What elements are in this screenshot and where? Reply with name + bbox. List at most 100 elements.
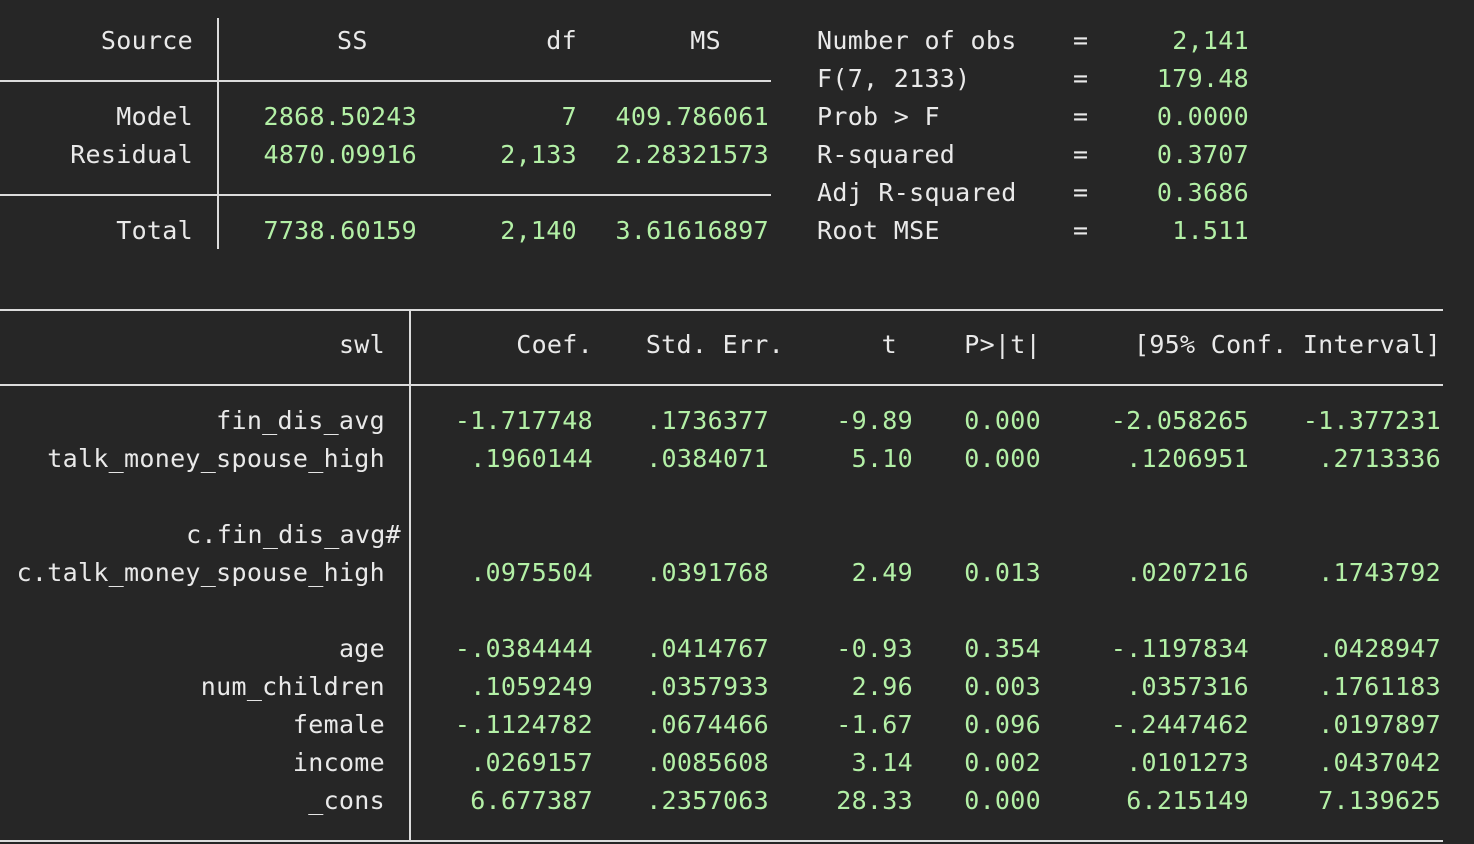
coef-row-label: income (292, 748, 385, 777)
anova-header-df: df (546, 26, 577, 55)
anova-ms-value: 3.61616897 (615, 216, 769, 245)
ci-upper-value: 7.139625 (1318, 786, 1441, 815)
coef-header-coef: Coef. (516, 330, 593, 359)
fit-stat-equals: = (1073, 216, 1089, 245)
coef-header-p: P>|t| (964, 330, 1041, 359)
ci-upper-value: .1761183 (1318, 672, 1441, 701)
fit-stat-label: Adj R-squared (817, 178, 1017, 207)
fit-stat-label: Root MSE (817, 216, 940, 245)
t-value: 2.49 (851, 558, 913, 587)
ci-lower-value: 6.215149 (1126, 786, 1249, 815)
anova-ss-value: 7738.60159 (263, 216, 417, 245)
p-value: 0.000 (964, 444, 1041, 473)
coef-value: 6.677387 (470, 786, 593, 815)
t-value: 2.96 (851, 672, 913, 701)
fit-stat-equals: = (1073, 140, 1089, 169)
std-err-value: .2357063 (646, 786, 769, 815)
fit-stat-value: 179.48 (1156, 64, 1249, 93)
std-err-value: .0391768 (646, 558, 769, 587)
coef-row-label: c.talk_money_spouse_high (16, 558, 385, 587)
coef-row-label: num_children (200, 672, 385, 701)
fit-stat-value: 1.511 (1172, 216, 1249, 245)
ci-upper-value: .0437042 (1318, 748, 1441, 777)
anova-ms-value: 409.786061 (615, 102, 769, 131)
fit-stat-label: F(7, 2133) (817, 64, 971, 93)
fit-stat-equals: = (1073, 102, 1089, 131)
anova-header-ss: SS (337, 26, 368, 55)
std-err-value: .0414767 (646, 634, 769, 663)
ci-lower-value: -.2447462 (1110, 710, 1249, 739)
coef-header-var: swl (338, 330, 385, 359)
fit-stat-equals: = (1073, 64, 1089, 93)
coef-value: .1059249 (470, 672, 593, 701)
ci-upper-value: .0197897 (1318, 710, 1441, 739)
ci-upper-value: .2713336 (1318, 444, 1441, 473)
anova-ss-value: 2868.50243 (263, 102, 417, 131)
coef-header-rule (0, 384, 1443, 386)
t-value: 5.10 (851, 444, 913, 473)
p-value: 0.002 (964, 748, 1041, 777)
p-value: 0.000 (964, 786, 1041, 815)
p-value: 0.096 (964, 710, 1041, 739)
coef-row-label: fin_dis_avg (216, 406, 385, 435)
anova-df-value: 2,140 (500, 216, 577, 245)
anova-row-label: Residual (70, 140, 193, 169)
anova-total-rule (0, 194, 771, 196)
coef-bottom-rule (0, 840, 1443, 842)
ci-lower-value: .0357316 (1126, 672, 1249, 701)
t-value: -0.93 (836, 634, 913, 663)
coef-header-ci: [95% Conf. Interval] (1133, 330, 1441, 359)
fit-stat-label: Number of obs (817, 26, 1017, 55)
t-value: 3.14 (851, 748, 913, 777)
ci-upper-value: .1743792 (1318, 558, 1441, 587)
fit-stat-label: R-squared (817, 140, 956, 169)
fit-stat-value: 0.3686 (1156, 178, 1249, 207)
p-value: 0.013 (964, 558, 1041, 587)
anova-header-source: Source (100, 26, 193, 55)
std-err-value: .0357933 (646, 672, 769, 701)
fit-stat-equals: = (1073, 178, 1089, 207)
coef-row-label-prefix: c.fin_dis_avg# (186, 520, 401, 549)
fit-stat-value: 2,141 (1172, 26, 1249, 55)
ci-upper-value: .0428947 (1318, 634, 1441, 663)
anova-header-ms: MS (690, 26, 721, 55)
fit-stat-value: 0.0000 (1156, 102, 1249, 131)
anova-header-rule (0, 80, 771, 82)
coef-row-label: talk_money_spouse_high (47, 444, 385, 473)
anova-df-value: 7 (561, 102, 577, 131)
anova-ss-value: 4870.09916 (263, 140, 417, 169)
p-value: 0.003 (964, 672, 1041, 701)
std-err-value: .0674466 (646, 710, 769, 739)
coef-value: -1.717748 (454, 406, 593, 435)
p-value: 0.354 (964, 634, 1041, 663)
p-value: 0.000 (964, 406, 1041, 435)
coef-row-label: female (292, 710, 385, 739)
t-value: -1.67 (836, 710, 913, 739)
coef-value: .0975504 (470, 558, 593, 587)
fit-stat-value: 0.3707 (1156, 140, 1249, 169)
std-err-value: .0085608 (646, 748, 769, 777)
ci-lower-value: .0101273 (1126, 748, 1249, 777)
t-value: 28.33 (836, 786, 913, 815)
ci-lower-value: .0207216 (1126, 558, 1249, 587)
coef-value: .0269157 (470, 748, 593, 777)
anova-ms-value: 2.28321573 (615, 140, 769, 169)
coef-value: .1960144 (470, 444, 593, 473)
coef-row-label: age (338, 634, 385, 663)
coef-header-se: Std. Err. (645, 330, 784, 359)
coef-column-divider (409, 309, 411, 841)
ci-lower-value: -.1197834 (1110, 634, 1249, 663)
ci-lower-value: .1206951 (1126, 444, 1249, 473)
anova-column-divider (217, 18, 219, 249)
std-err-value: .1736377 (646, 406, 769, 435)
fit-stat-label: Prob > F (817, 102, 940, 131)
ci-upper-value: -1.377231 (1302, 406, 1441, 435)
anova-row-label: Model (116, 102, 193, 131)
std-err-value: .0384071 (646, 444, 769, 473)
anova-row-label: Total (116, 216, 193, 245)
coef-row-label: _cons (308, 786, 385, 815)
coef-top-rule (0, 309, 1443, 311)
ci-lower-value: -2.058265 (1110, 406, 1249, 435)
anova-df-value: 2,133 (500, 140, 577, 169)
fit-stat-equals: = (1073, 26, 1089, 55)
